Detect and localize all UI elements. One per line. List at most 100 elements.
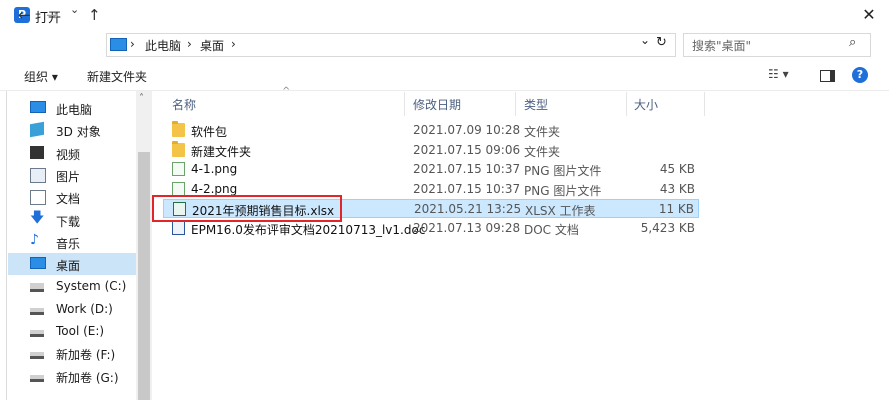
forward-arrow-icon[interactable]: → [46, 6, 59, 24]
file-date: 2021.07.09 10:28 [413, 123, 521, 137]
file-date: 2021.07.13 09:28 [413, 220, 521, 235]
sidebar-item[interactable]: 新加卷 (F:) [8, 342, 136, 364]
file-size: 5,423 KB [640, 220, 695, 235]
sidebar-item[interactable]: Tool (E:) [8, 320, 136, 342]
sidebar-item[interactable]: System (C:) [8, 275, 136, 297]
file-date: 2021.07.15 10:37 [413, 162, 521, 176]
png-file-icon [172, 162, 185, 176]
search-input[interactable]: 搜索"桌面" [692, 37, 751, 54]
document-icon [30, 190, 46, 206]
file-row[interactable]: 新建文件夹 2021.07.15 09:06 文件夹 [163, 140, 699, 160]
file-date: 2021.07.15 09:06 [413, 142, 521, 157]
sort-ascending-icon: ^ [282, 86, 291, 97]
download-icon: 🡇 [30, 209, 45, 226]
sidebar-item-label: 3D 对象 [56, 125, 101, 140]
sidebar-item[interactable]: 桌面 [8, 253, 136, 276]
annotation-highlight-box [152, 195, 342, 222]
file-row[interactable]: 4-1.png 2021.07.15 10:37 PNG 图片文件 45 KB [163, 160, 699, 179]
refresh-icon[interactable]: ↻ [656, 35, 667, 50]
new-folder-button[interactable]: 新建文件夹 [87, 68, 147, 85]
column-header-type[interactable]: 类型 [524, 96, 548, 113]
toolbar-divider [0, 90, 889, 91]
address-dropdown-chevron-icon[interactable]: ⌄ [640, 33, 650, 47]
recent-locations-chevron-icon[interactable]: ⌄ [70, 1, 79, 19]
picture-icon [30, 167, 46, 183]
file-date: 2021.05.21 13:25 [414, 202, 522, 216]
view-options-icon[interactable]: ☷ ▾ [768, 67, 789, 81]
organize-button[interactable]: 组织 ▾ [24, 68, 58, 85]
file-name: EPM16.0发布评审文档20210713_lv1.doc [191, 222, 426, 237]
sidebar-item-label: 桌面 [56, 259, 81, 274]
file-type: DOC 文档 [524, 222, 579, 237]
desktop-icon [30, 257, 46, 270]
help-icon[interactable]: ? [852, 67, 868, 83]
file-size: 43 KB [659, 181, 695, 196]
column-header-size[interactable]: 大小 [634, 96, 658, 113]
column-divider[interactable] [404, 92, 405, 116]
column-header-date[interactable]: 修改日期 [413, 96, 461, 113]
sidebar-item[interactable]: 视频 [8, 142, 136, 164]
system-drive-icon [30, 283, 44, 293]
sidebar-item-label: 新加卷 (F:) [56, 348, 116, 363]
sidebar-item-label: 下载 [56, 214, 81, 229]
drive-icon [30, 352, 44, 360]
file-date: 2021.07.15 10:37 [413, 181, 521, 196]
video-icon [30, 145, 44, 159]
close-button[interactable]: ✕ [852, 2, 886, 28]
this-pc-icon [110, 38, 127, 51]
sidebar-item-label: 此电脑 [56, 103, 93, 117]
scroll-up-arrow-icon[interactable]: ˄ [139, 93, 144, 104]
file-type: PNG 图片文件 [524, 164, 602, 178]
column-divider[interactable] [515, 92, 516, 116]
nav-pane-border [6, 91, 7, 400]
png-file-icon [172, 181, 185, 196]
sidebar-item[interactable]: ♪ 音乐 [8, 231, 136, 253]
sidebar-item-label: Work (D:) [56, 301, 113, 316]
sidebar-item[interactable]: 文档 [8, 186, 136, 208]
breadcrumb-separator[interactable]: › [231, 37, 236, 51]
file-name: 4-2.png [191, 181, 238, 196]
file-size: 45 KB [659, 162, 695, 176]
sidebar-item[interactable]: 3D 对象 [8, 119, 136, 141]
sidebar-item[interactable]: 此电脑 [8, 97, 136, 119]
cube-icon [30, 122, 44, 138]
sidebar-item[interactable]: 新加卷 (G:) [8, 365, 136, 387]
up-arrow-icon[interactable]: ↑ [88, 6, 101, 24]
file-size: 11 KB [658, 202, 694, 216]
sidebar-item-label: Tool (E:) [56, 324, 105, 338]
breadcrumb-separator[interactable]: › [130, 37, 135, 51]
folder-icon [172, 121, 185, 137]
file-name: 软件包 [191, 125, 228, 139]
breadcrumb-separator[interactable]: › [187, 37, 192, 51]
file-name: 新建文件夹 [191, 144, 252, 159]
pc-icon [30, 101, 46, 113]
doc-file-icon [172, 220, 185, 235]
preview-pane-icon[interactable] [820, 70, 835, 82]
drive-icon [30, 374, 44, 382]
column-divider[interactable] [626, 92, 627, 116]
nav-scrollbar-thumb[interactable] [138, 152, 150, 400]
column-header-name[interactable]: 名称 [172, 96, 196, 113]
drive-icon [30, 307, 44, 315]
file-name: 4-1.png [191, 162, 238, 176]
column-divider[interactable] [704, 92, 705, 116]
sidebar-item-label: 视频 [56, 147, 81, 162]
breadcrumb-desktop[interactable]: 桌面 [200, 37, 224, 54]
file-type: XLSX 工作表 [525, 204, 596, 218]
title-bar [0, 0, 889, 30]
folder-icon [172, 140, 185, 157]
back-arrow-icon[interactable]: ← [18, 6, 31, 24]
music-icon: ♪ [30, 231, 39, 248]
sidebar-item-label: 文档 [56, 192, 81, 207]
sidebar-item[interactable]: 图片 [8, 164, 136, 186]
breadcrumb-this-pc[interactable]: 此电脑 [145, 37, 181, 54]
file-type: 文件夹 [524, 125, 561, 139]
file-row[interactable]: 软件包 2021.07.09 10:28 文件夹 [163, 121, 699, 140]
sidebar-item-label: System (C:) [56, 279, 127, 294]
file-type: 文件夹 [524, 144, 561, 159]
search-icon[interactable]: ⌕ [849, 35, 856, 50]
sidebar-item[interactable]: 🡇 下载 [8, 209, 136, 231]
sidebar-item-label: 音乐 [56, 236, 81, 251]
sidebar-item[interactable]: Work (D:) [8, 298, 136, 320]
file-type: PNG 图片文件 [524, 183, 602, 198]
